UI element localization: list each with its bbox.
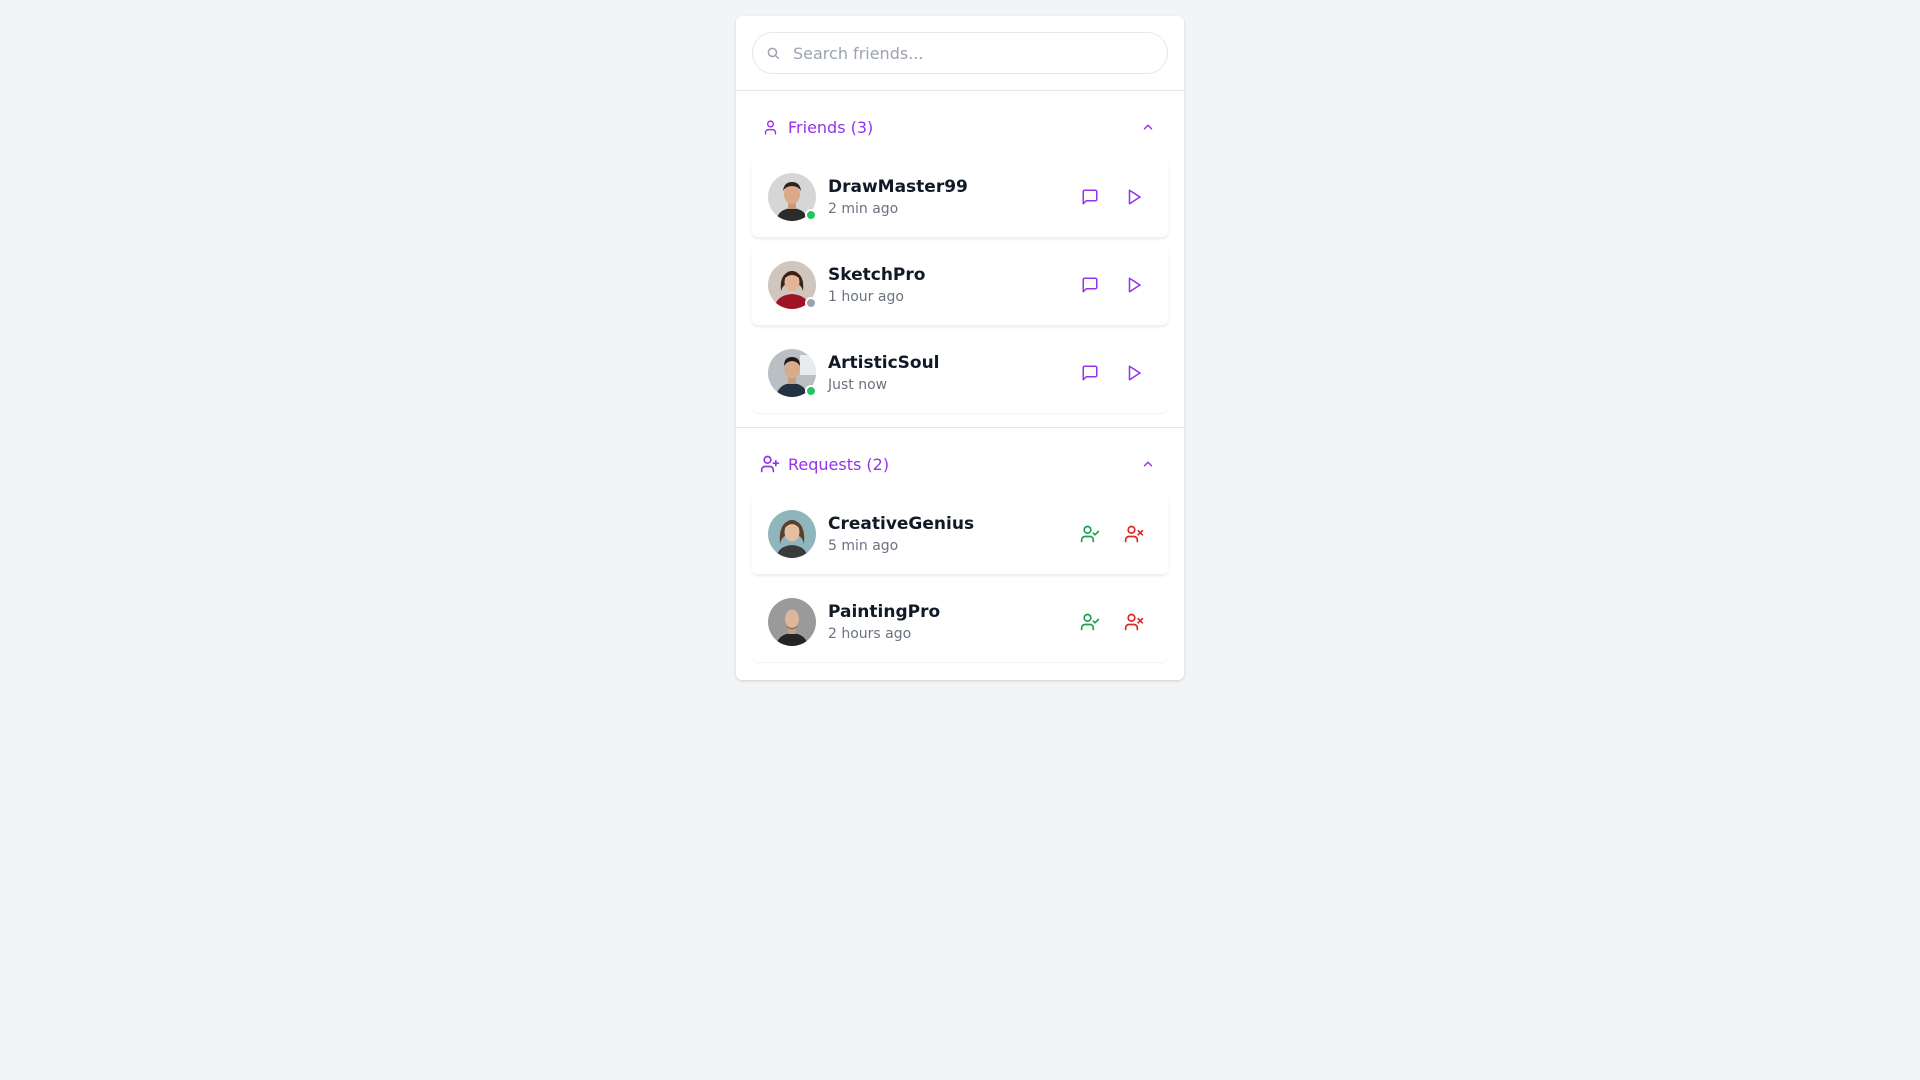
user-x-icon: [1124, 613, 1144, 631]
message-button[interactable]: [1078, 185, 1102, 209]
decline-request-button[interactable]: [1122, 522, 1146, 546]
online-status-dot: [805, 209, 817, 221]
friends-section-title: Friends (3): [788, 117, 874, 137]
play-icon: [1128, 277, 1141, 293]
user-plus-icon: [760, 454, 780, 474]
request-time: 2 hours ago: [828, 625, 912, 642]
message-square-icon: [1082, 189, 1098, 205]
friend-row[interactable]: DrawMaster99 2 min ago: [752, 157, 1168, 237]
requests-section: Requests (2) CreativeGenius 5 min ago Pa…: [736, 428, 1184, 680]
requests-list: CreativeGenius 5 min ago PaintingPro 2 h…: [752, 494, 1168, 662]
play-button[interactable]: [1122, 185, 1146, 209]
search-input[interactable]: [793, 43, 1167, 63]
user-icon: [760, 117, 780, 137]
friends-section: Friends (3) DrawMaster99 2 min ago Sketc…: [736, 91, 1184, 428]
friend-last-seen: 1 hour ago: [828, 288, 904, 305]
user-x-icon: [1124, 525, 1144, 543]
message-square-icon: [1082, 365, 1098, 381]
requests-section-header[interactable]: Requests (2): [752, 442, 1168, 486]
requests-section-title: Requests (2): [788, 454, 890, 474]
search-box[interactable]: [752, 32, 1168, 74]
play-icon: [1128, 365, 1141, 381]
friends-list: DrawMaster99 2 min ago SketchPro 1 hour …: [752, 157, 1168, 413]
offline-status-dot: [805, 297, 817, 309]
friends-panel: Friends (3): [736, 16, 1184, 680]
friend-name: DrawMaster99: [828, 176, 968, 197]
avatar: [768, 598, 816, 646]
friend-name: ArtisticSoul: [828, 352, 940, 373]
friend-last-seen: 2 min ago: [828, 200, 899, 217]
request-time: 5 min ago: [828, 537, 899, 554]
message-button[interactable]: [1078, 361, 1102, 385]
friends-section-header[interactable]: Friends (3): [752, 105, 1168, 149]
friend-row[interactable]: ArtisticSoul Just now: [752, 333, 1168, 413]
search-area: [736, 16, 1184, 91]
accept-request-button[interactable]: [1078, 610, 1102, 634]
play-icon: [1128, 189, 1141, 205]
accept-request-button[interactable]: [1078, 522, 1102, 546]
avatar: [768, 510, 816, 558]
avatar: [768, 261, 817, 309]
search-icon: [767, 47, 779, 59]
chevron-up-icon[interactable]: [1138, 454, 1158, 474]
request-name: CreativeGenius: [828, 513, 975, 534]
play-button[interactable]: [1122, 273, 1146, 297]
message-button[interactable]: [1078, 273, 1102, 297]
friend-last-seen: Just now: [828, 376, 888, 393]
friend-row[interactable]: SketchPro 1 hour ago: [752, 245, 1168, 325]
message-square-icon: [1082, 277, 1098, 293]
online-status-dot: [805, 385, 817, 397]
request-row[interactable]: CreativeGenius 5 min ago: [752, 494, 1168, 574]
play-button[interactable]: [1122, 361, 1146, 385]
user-check-icon: [1080, 613, 1100, 631]
request-name: PaintingPro: [828, 601, 941, 622]
chevron-up-icon[interactable]: [1138, 117, 1158, 137]
user-check-icon: [1080, 525, 1100, 543]
decline-request-button[interactable]: [1122, 610, 1146, 634]
request-row[interactable]: PaintingPro 2 hours ago: [752, 582, 1168, 662]
friend-name: SketchPro: [828, 264, 926, 285]
avatar: [768, 349, 817, 397]
avatar: [768, 173, 817, 221]
